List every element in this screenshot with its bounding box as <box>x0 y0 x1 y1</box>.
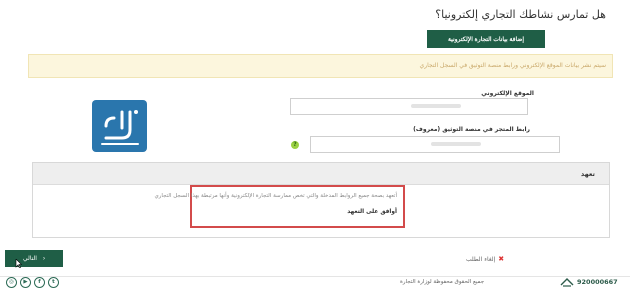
facebook-icon[interactable]: f <box>34 277 45 288</box>
notice-banner: سيتم نشر بيانات الموقع الإلكتروني ورابط … <box>28 54 613 78</box>
page: هل تمارس نشاطك التجاري إلكترونيا؟ إضافة … <box>0 0 630 300</box>
twitter-icon[interactable]: t <box>48 277 59 288</box>
help-icon[interactable]: ? <box>291 141 299 149</box>
footer-divider <box>0 276 630 277</box>
close-icon: ✖ <box>498 255 505 263</box>
pledge-header: تعهد <box>33 163 609 185</box>
footer-copyright: جميع الحقوق محفوظة لوزارة التجارة <box>400 279 485 285</box>
cancel-request-link[interactable]: ✖ إلغاء الطلب <box>466 255 504 263</box>
next-button[interactable]: التالي › <box>5 250 63 267</box>
next-button-label: التالي <box>23 256 37 262</box>
footer-phone: 920000667 <box>560 277 618 287</box>
store-link-field-value <box>431 142 481 146</box>
website-field[interactable] <box>290 98 528 115</box>
youtube-icon[interactable]: ▶ <box>20 277 31 288</box>
website-field-value <box>411 104 461 108</box>
notice-text: سيتم نشر بيانات الموقع الإلكتروني ورابط … <box>419 62 606 69</box>
watermark-logo <box>92 100 147 152</box>
mouse-cursor-icon <box>15 259 22 268</box>
pledge-agree-checkbox[interactable]: أوافق على التعهد <box>347 209 397 215</box>
instagram-icon[interactable]: ◎ <box>6 277 17 288</box>
page-title: هل تمارس نشاطك التجاري إلكترونيا؟ <box>435 8 606 21</box>
ministry-logo-icon <box>560 278 574 287</box>
website-label: الموقع الإلكتروني <box>481 90 534 97</box>
add-ecommerce-data-button[interactable]: إضافة بيانات التجارة الإلكترونية <box>427 30 545 48</box>
chevron-right-icon: › <box>42 255 45 262</box>
phone-number: 920000667 <box>577 278 618 286</box>
social-links: ◎ ▶ f t <box>6 277 59 288</box>
cancel-request-label: إلغاء الطلب <box>466 255 496 263</box>
pledge-text: أتعهد بصحة جميع الروابط المدخلة والتي تخ… <box>154 193 397 199</box>
pledge-heading: تعهد <box>580 170 595 178</box>
store-link-field[interactable] <box>310 136 560 153</box>
pledge-highlight-frame: أتعهد بصحة جميع الروابط المدخلة والتي تخ… <box>154 185 405 228</box>
store-link-label: رابط المتجر في منصة التوثيق (معروف) <box>413 126 530 133</box>
